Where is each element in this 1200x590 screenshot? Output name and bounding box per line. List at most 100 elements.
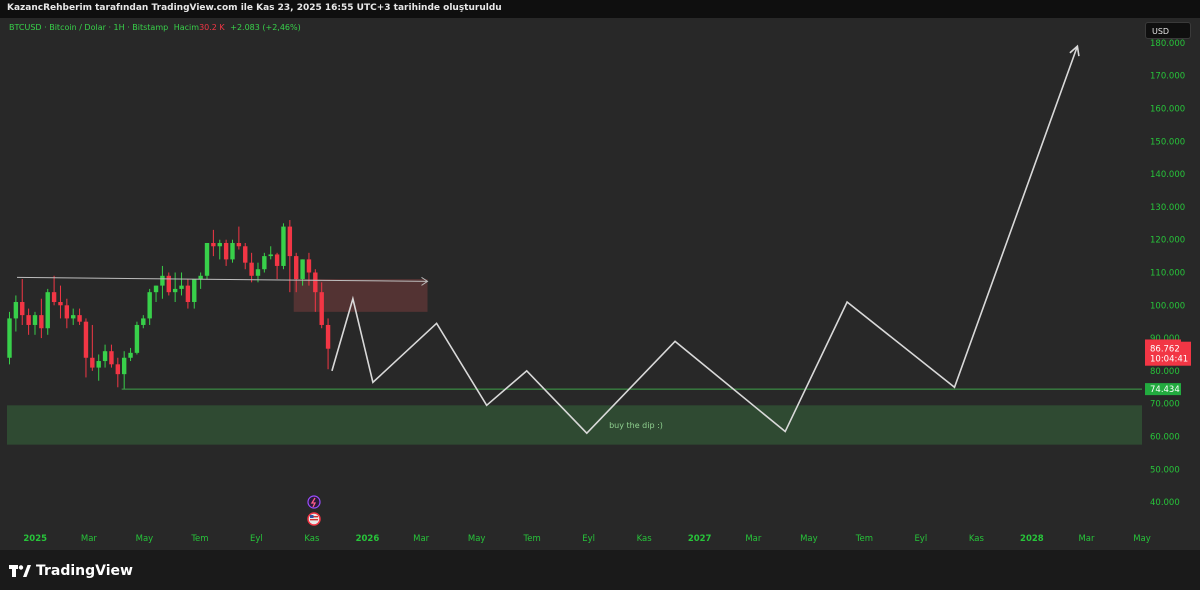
candle[interactable]	[255, 269, 261, 276]
y-tick-label: 110.000	[1150, 269, 1185, 279]
x-tick-label: May	[468, 534, 486, 544]
candle[interactable]	[64, 305, 70, 319]
y-tick-label: 160.000	[1150, 105, 1185, 115]
y-tick-label: 40.000	[1150, 498, 1180, 508]
candle[interactable]	[160, 275, 165, 286]
candle[interactable]	[13, 302, 19, 319]
y-tick-label: 130.000	[1150, 203, 1185, 213]
volume-label: Hacim	[173, 23, 200, 32]
x-tick-label: Kas	[637, 534, 653, 544]
candle[interactable]	[230, 242, 235, 260]
candle[interactable]	[325, 324, 331, 349]
candle[interactable]	[179, 285, 184, 289]
candle[interactable]	[243, 246, 248, 263]
candle[interactable]	[223, 242, 229, 260]
candle[interactable]	[58, 302, 63, 306]
x-tick-label: Tem	[855, 534, 873, 544]
projection-path[interactable]	[331, 45, 1079, 435]
candle[interactable]	[211, 242, 216, 247]
y-tick-label: 170.000	[1150, 72, 1185, 82]
footer-bar	[0, 550, 1200, 590]
y-tick-label: 150.000	[1150, 137, 1185, 147]
x-tick-label: Mar	[81, 534, 98, 544]
candle[interactable]	[102, 351, 108, 362]
price-chart[interactable]: buy the dip :) 40.000 50.000 60.000 70.000 8…	[0, 0, 1200, 590]
candle[interactable]	[128, 352, 133, 358]
candle[interactable]	[313, 272, 318, 293]
x-tick-label: Eyl	[250, 534, 263, 544]
tradingview-logo-icon	[9, 565, 31, 577]
x-tick-label: Mar	[1078, 534, 1095, 544]
candle[interactable]	[287, 226, 293, 257]
candle[interactable]	[172, 288, 178, 293]
x-tick-label: 2025	[23, 534, 47, 544]
flag-stripe	[310, 519, 318, 521]
x-tick-label: May	[800, 534, 818, 544]
price-change: +2.083 (+2,46%)	[230, 23, 301, 32]
candle[interactable]	[141, 318, 146, 325]
candle[interactable]	[90, 357, 95, 368]
symbol-legend[interactable]: BTCUSD · Bitcoin / Dolar · 1H · Bitstamp…	[9, 23, 301, 32]
bar-countdown: 10:04:41	[1150, 355, 1188, 365]
candle[interactable]	[300, 259, 305, 280]
candle[interactable]	[306, 259, 312, 273]
candle[interactable]	[96, 361, 101, 368]
candle[interactable]	[281, 226, 286, 266]
flag-canton	[310, 515, 314, 518]
symbol-title: BTCUSD · Bitcoin / Dolar · 1H · Bitstamp	[9, 23, 169, 32]
current-price-value: 86.762	[1150, 345, 1180, 355]
x-tick-label: 2027	[688, 534, 712, 544]
y-tick-label: 60.000	[1150, 432, 1180, 442]
candle[interactable]	[134, 324, 140, 353]
candle[interactable]	[249, 262, 254, 276]
volume-value: 30.2 K	[199, 23, 225, 32]
candle[interactable]	[217, 242, 222, 247]
x-tick-label: 2028	[1020, 534, 1044, 544]
candle[interactable]	[115, 364, 121, 375]
candle[interactable]	[236, 242, 242, 247]
x-tick-label: Eyl	[914, 534, 927, 544]
price-badge-value: 74.434	[1150, 385, 1180, 395]
x-tick-label: Mar	[413, 534, 430, 544]
candle[interactable]	[185, 285, 191, 303]
candle[interactable]	[71, 315, 76, 319]
candle[interactable]	[204, 242, 210, 276]
candle[interactable]	[153, 285, 159, 293]
candle[interactable]	[26, 315, 31, 325]
candle[interactable]	[20, 302, 25, 316]
candle[interactable]	[32, 315, 38, 325]
candle[interactable]	[45, 292, 50, 329]
y-tick-label: 140.000	[1150, 170, 1185, 180]
x-tick-label: Kas	[969, 534, 985, 544]
candle[interactable]	[121, 357, 127, 375]
candle[interactable]	[147, 292, 152, 319]
candle[interactable]	[192, 279, 197, 303]
candle[interactable]	[166, 275, 171, 293]
buy-zone[interactable]	[7, 405, 1142, 445]
candle[interactable]	[77, 315, 82, 322]
y-tick-label: 100.000	[1150, 301, 1185, 311]
x-tick-label: Eyl	[582, 534, 595, 544]
x-tick-label: May	[136, 534, 154, 544]
y-tick-label: 70.000	[1150, 400, 1180, 410]
candle[interactable]	[7, 318, 12, 358]
candle[interactable]	[109, 351, 114, 365]
candle[interactable]	[319, 292, 324, 325]
candle[interactable]	[262, 256, 267, 270]
x-tick-label: May	[1133, 534, 1151, 544]
tradingview-logo[interactable]: TradingView	[9, 563, 133, 579]
candle[interactable]	[274, 254, 280, 266]
currency-button[interactable]: USD	[1145, 22, 1191, 39]
candle[interactable]	[83, 321, 89, 358]
candle[interactable]	[294, 256, 299, 280]
candle[interactable]	[268, 254, 273, 257]
candle[interactable]	[51, 292, 57, 303]
candle[interactable]	[198, 275, 203, 280]
y-tick-label: 50.000	[1150, 465, 1180, 475]
x-tick-label: Mar	[745, 534, 762, 544]
y-tick-label: 80.000	[1150, 367, 1180, 377]
x-tick-label: Kas	[304, 534, 320, 544]
tradingview-wordmark: TradingView	[36, 563, 133, 579]
candle[interactable]	[39, 315, 44, 329]
y-tick-label: 120.000	[1150, 236, 1185, 246]
